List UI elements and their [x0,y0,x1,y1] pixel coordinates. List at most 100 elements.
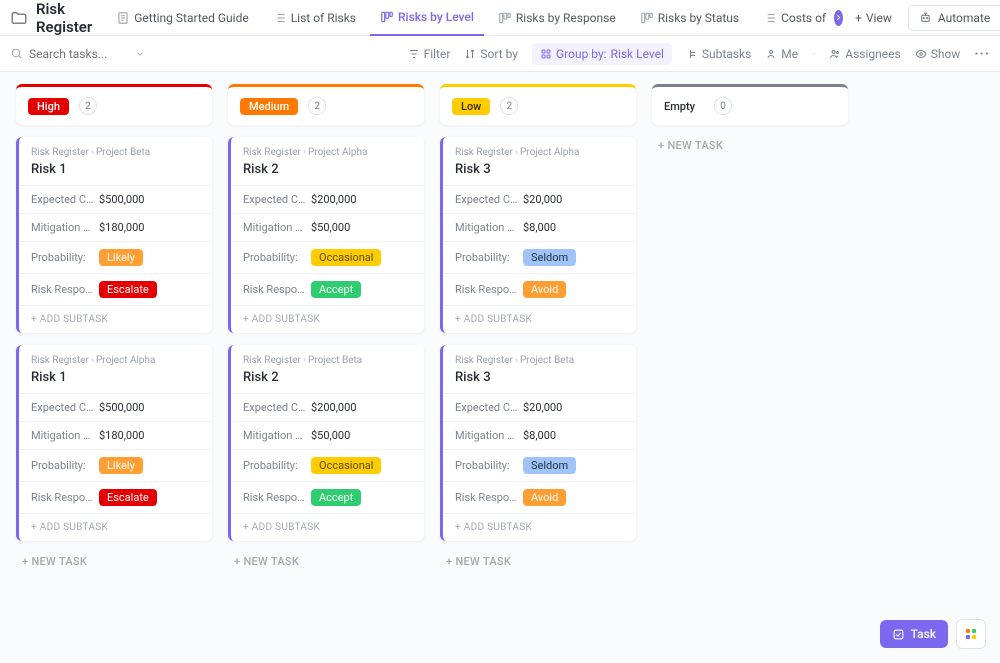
field-label: Expected C… [455,401,523,414]
breadcrumb-project[interactable]: Project Alpha [308,147,368,158]
field-expected-cost[interactable]: Expected C…$200,000 [231,393,424,421]
field-probability[interactable]: Probability:Occasional [231,241,424,273]
breadcrumb-project[interactable]: Project Alpha [520,147,580,158]
field-expected-cost[interactable]: Expected C…$20,000 [443,393,636,421]
show-button[interactable]: Show [915,47,961,61]
new-task-button[interactable]: + NEW TASK [228,541,424,582]
tab-risks-by-level[interactable]: Risks by Level [370,0,484,36]
field-mitigation[interactable]: Mitigation …$50,000 [231,213,424,241]
field-expected-cost[interactable]: Expected C…$500,000 [19,185,212,213]
field-expected-cost[interactable]: Expected C…$20,000 [443,185,636,213]
field-mitigation[interactable]: Mitigation …$8,000 [443,421,636,449]
add-subtask-button[interactable]: + ADD SUBTASK [443,513,636,541]
add-subtask-button[interactable]: + ADD SUBTASK [443,305,636,333]
field-probability[interactable]: Probability:Seldom [443,241,636,273]
column-header[interactable]: Empty0 [652,84,848,125]
new-task-button[interactable]: + NEW TASK [16,541,212,582]
field-mitigation[interactable]: Mitigation …$180,000 [19,421,212,449]
search-input[interactable] [29,47,129,61]
add-subtask-button[interactable]: + ADD SUBTASK [231,513,424,541]
risk-card[interactable]: Risk Register›Project AlphaRisk 1Expecte… [16,345,212,541]
add-subtask-button[interactable]: + ADD SUBTASK [19,513,212,541]
field-expected-cost[interactable]: Expected C…$200,000 [231,185,424,213]
breadcrumb: Risk Register›Project Beta [31,147,200,158]
field-response[interactable]: Risk Respo…Avoid [443,273,636,305]
tab-costs-of[interactable]: Costs of [753,0,830,36]
column-header[interactable]: Low2 [440,84,636,125]
tab-label: Risks by Level [398,10,474,24]
response-tag: Avoid [523,489,566,506]
field-label: Expected C… [31,401,99,414]
more-menu[interactable]: ··· [974,46,990,62]
automate-button[interactable]: Automate [908,5,1000,31]
breadcrumb-root[interactable]: Risk Register [455,147,513,158]
filter-button[interactable]: Filter [408,47,451,61]
me-button[interactable]: Me [765,47,798,61]
risk-card[interactable]: Risk Register›Project Alpha Risk 3 Expecte… [440,137,636,333]
field-label: Expected C… [243,401,311,414]
risk-card[interactable]: Risk Register›Project AlphaRisk 2Expecte… [228,137,424,333]
breadcrumb: Risk Register›Project Alpha [455,147,624,158]
field-probability[interactable]: Probability:Likely [19,241,212,273]
field-mitigation[interactable]: Mitigation …$50,000 [231,421,424,449]
add-view-button[interactable]: + View [847,11,900,25]
risk-card[interactable]: Risk Register›Project BetaRisk 1Expected… [16,137,212,333]
risk-card[interactable]: Risk Register›Project BetaRisk 2Expected… [228,345,424,541]
field-response[interactable]: Risk Respo…Escalate [19,273,212,305]
new-task-fab[interactable]: Task [880,620,948,648]
field-probability[interactable]: Probability:Seldom [443,449,636,481]
assignees-button[interactable]: Assignees [829,47,900,61]
kanban-board: High2 Risk Register›Project BetaRisk 1Exp… [0,72,1000,663]
response-tag: Escalate [99,281,157,298]
tabs-overflow-next[interactable] [834,10,843,26]
field-label: Probability: [455,459,523,472]
risk-card[interactable]: Risk Register›Project BetaRisk 3Expected… [440,345,636,541]
breadcrumb-root[interactable]: Risk Register [31,147,89,158]
field-mitigation[interactable]: Mitigation …$180,000 [19,213,212,241]
app-header: Risk Register Getting Started Guide List… [0,0,1000,36]
field-value: $200,000 [311,401,356,414]
breadcrumb-project[interactable]: Project Beta [308,355,362,366]
breadcrumb-project[interactable]: Project Alpha [96,355,156,366]
field-probability[interactable]: Probability:Likely [19,449,212,481]
chevron-down-icon[interactable] [135,49,145,59]
filter-label: Filter [424,47,451,61]
field-response[interactable]: Risk Respo…Accept [231,481,424,513]
add-subtask-button[interactable]: + ADD SUBTASK [19,305,212,333]
search-box[interactable] [10,47,160,61]
new-task-button[interactable]: + NEW TASK [652,125,848,166]
sort-button[interactable]: Sort by [464,47,518,61]
breadcrumb-project[interactable]: Project Beta [96,147,150,158]
new-task-button[interactable]: + NEW TASK [440,541,636,582]
column-empty: Empty0+ NEW TASK [652,84,848,166]
tab-risks-by-status[interactable]: Risks by Status [630,0,749,36]
field-response[interactable]: Risk Respo…Accept [231,273,424,305]
field-probability[interactable]: Probability:Occasional [231,449,424,481]
breadcrumb-root[interactable]: Risk Register [243,355,301,366]
add-subtask-button[interactable]: + ADD SUBTASK [231,305,424,333]
breadcrumb-root[interactable]: Risk Register [455,355,513,366]
tab-list-of-risks[interactable]: List of Risks [263,0,366,36]
breadcrumb: Risk Register›Project Alpha [31,355,200,366]
group-prefix: Group by: [556,47,607,61]
breadcrumb-root[interactable]: Risk Register [243,147,301,158]
breadcrumb-root[interactable]: Risk Register [31,355,89,366]
subtasks-button[interactable]: Subtasks [686,47,751,61]
card-title: Risk 3 [455,162,624,177]
field-mitigation[interactable]: Mitigation …$8,000 [443,213,636,241]
breadcrumb-project[interactable]: Project Beta [520,355,574,366]
column-header[interactable]: High2 [16,84,212,125]
apps-launcher[interactable] [956,619,986,649]
field-value: $20,000 [523,193,562,206]
field-expected-cost[interactable]: Expected C…$500,000 [19,393,212,421]
column-header[interactable]: Medium2 [228,84,424,125]
tab-getting-started[interactable]: Getting Started Guide [106,0,258,36]
field-label: Risk Respo… [455,491,523,504]
field-value: $50,000 [311,429,350,442]
field-response[interactable]: Risk Respo…Escalate [19,481,212,513]
field-response[interactable]: Risk Respo…Avoid [443,481,636,513]
probability-tag: Occasional [311,457,381,474]
group-by-button[interactable]: Group by: Risk Level [532,43,672,65]
field-value: $180,000 [99,429,144,442]
tab-risks-by-response[interactable]: Risks by Response [488,0,626,36]
